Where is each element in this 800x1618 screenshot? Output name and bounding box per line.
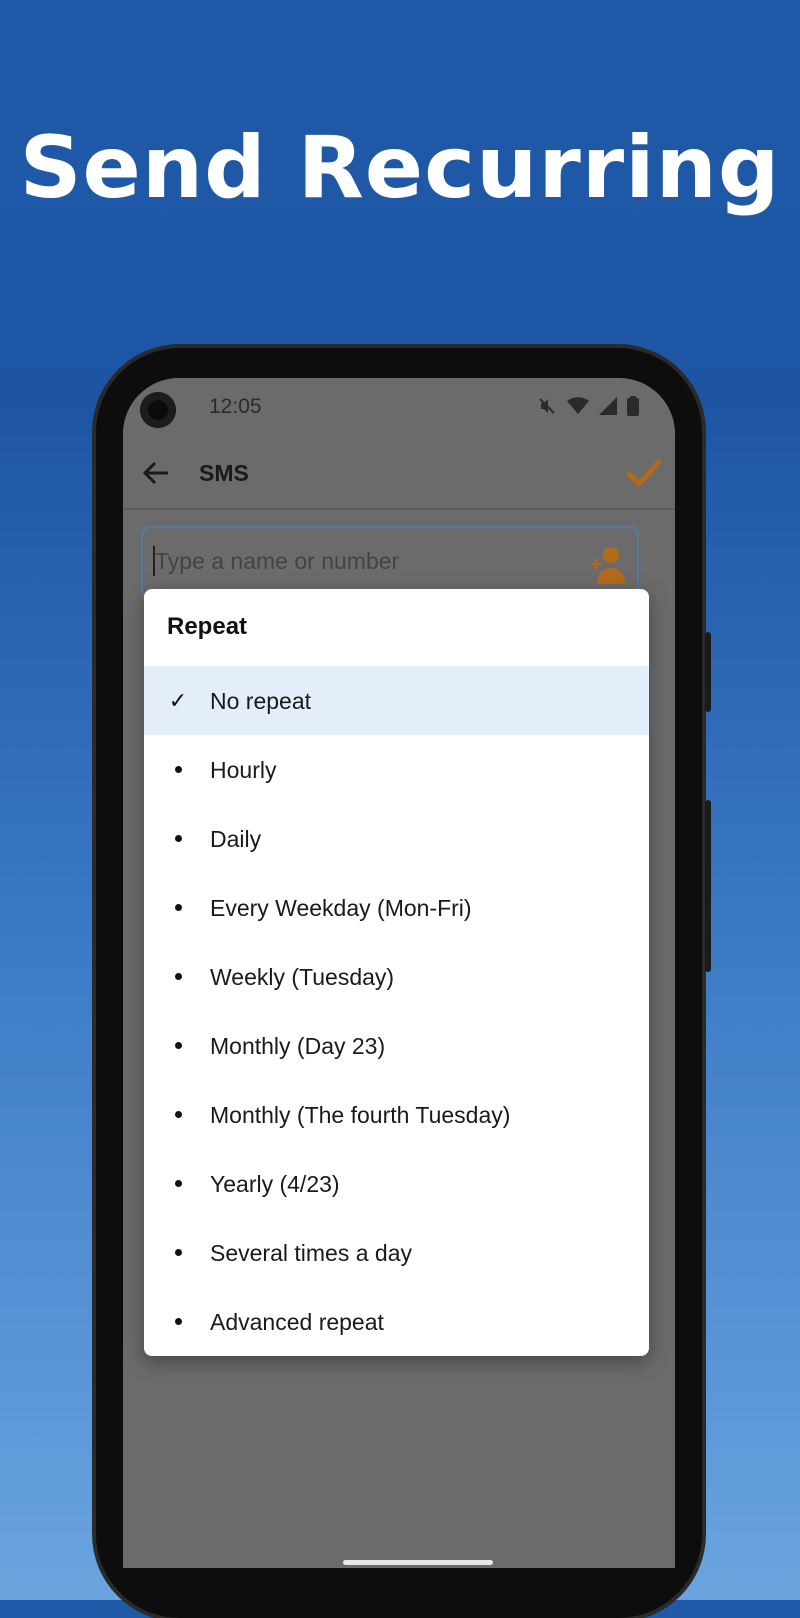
bullet-dot — [174, 904, 182, 911]
recipient-placeholder: Type a name or number — [155, 548, 400, 574]
repeat-option-label: Monthly (The fourth Tuesday) — [210, 1102, 511, 1128]
dialog-title: Repeat — [167, 613, 248, 640]
bullet-icon — [160, 1149, 196, 1218]
signal-icon — [599, 397, 617, 415]
repeat-option[interactable]: Every Weekday (Mon-Fri) — [144, 873, 649, 942]
add-contact-icon[interactable] — [589, 544, 625, 584]
repeat-option-label: Advanced repeat — [210, 1309, 384, 1335]
repeat-option-label: Several times a day — [210, 1240, 412, 1266]
status-bar: 12:05 — [123, 378, 675, 438]
bullet-dot — [174, 1249, 182, 1256]
wifi-icon — [567, 397, 589, 414]
power-button — [705, 800, 711, 972]
bullet-icon — [160, 1011, 196, 1080]
bullet-icon — [160, 942, 196, 1011]
bullet-icon — [160, 1287, 196, 1356]
bullet-dot — [174, 1180, 182, 1187]
bullet-icon — [160, 1218, 196, 1287]
checkmark-icon: ✓ — [168, 687, 188, 713]
bullet-dot — [174, 1318, 182, 1325]
volume-button — [705, 632, 711, 712]
repeat-option[interactable]: Several times a day — [144, 1218, 649, 1287]
bullet-icon — [160, 735, 196, 804]
camera-icon — [140, 392, 176, 428]
repeat-option[interactable]: Monthly (The fourth Tuesday) — [144, 1080, 649, 1149]
bullet-dot — [174, 1042, 182, 1049]
repeat-option-label: Hourly — [210, 757, 277, 783]
repeat-option[interactable]: Hourly — [144, 735, 649, 804]
bullet-dot — [174, 1111, 182, 1118]
repeat-option[interactable]: ✓ No repeat — [144, 666, 649, 735]
arrow-left-icon[interactable] — [141, 458, 171, 488]
home-indicator[interactable] — [343, 1560, 493, 1565]
repeat-options-list: ✓ No repeat Hourly Daily Every Weekday (Mon-… — [144, 666, 649, 1356]
bullet-dot — [174, 973, 182, 980]
status-time: 12:05 — [209, 395, 262, 418]
bullet-icon — [160, 804, 196, 873]
repeat-option[interactable]: Advanced repeat — [144, 1287, 649, 1356]
repeat-option-label: Monthly (Day 23) — [210, 1033, 386, 1059]
checkmark-icon[interactable] — [625, 456, 663, 490]
bullet-dot — [174, 835, 182, 842]
repeat-option[interactable]: Daily — [144, 804, 649, 873]
repeat-dialog: Repeat ✓ No repeat Hourly Daily Every Weekda… — [144, 589, 649, 1356]
headline: Send Recurring — [19, 118, 781, 218]
repeat-option-label: Daily — [210, 826, 262, 852]
repeat-option[interactable]: Yearly (4/23) — [144, 1149, 649, 1218]
status-icons — [537, 396, 639, 416]
battery-icon — [627, 396, 639, 416]
repeat-option[interactable]: Weekly (Tuesday) — [144, 942, 649, 1011]
mute-icon — [539, 398, 555, 414]
repeat-option-label: Weekly (Tuesday) — [210, 964, 395, 990]
repeat-option-label: Yearly (4/23) — [210, 1171, 340, 1197]
repeat-option-label: No repeat — [210, 688, 312, 714]
repeat-option[interactable]: Monthly (Day 23) — [144, 1011, 649, 1080]
bullet-icon — [160, 1080, 196, 1149]
app-title: SMS — [199, 460, 249, 486]
app-bar: SMS — [123, 438, 675, 510]
bullet-dot — [174, 766, 182, 773]
repeat-option-label: Every Weekday (Mon-Fri) — [210, 895, 472, 921]
bullet-icon — [160, 873, 196, 942]
